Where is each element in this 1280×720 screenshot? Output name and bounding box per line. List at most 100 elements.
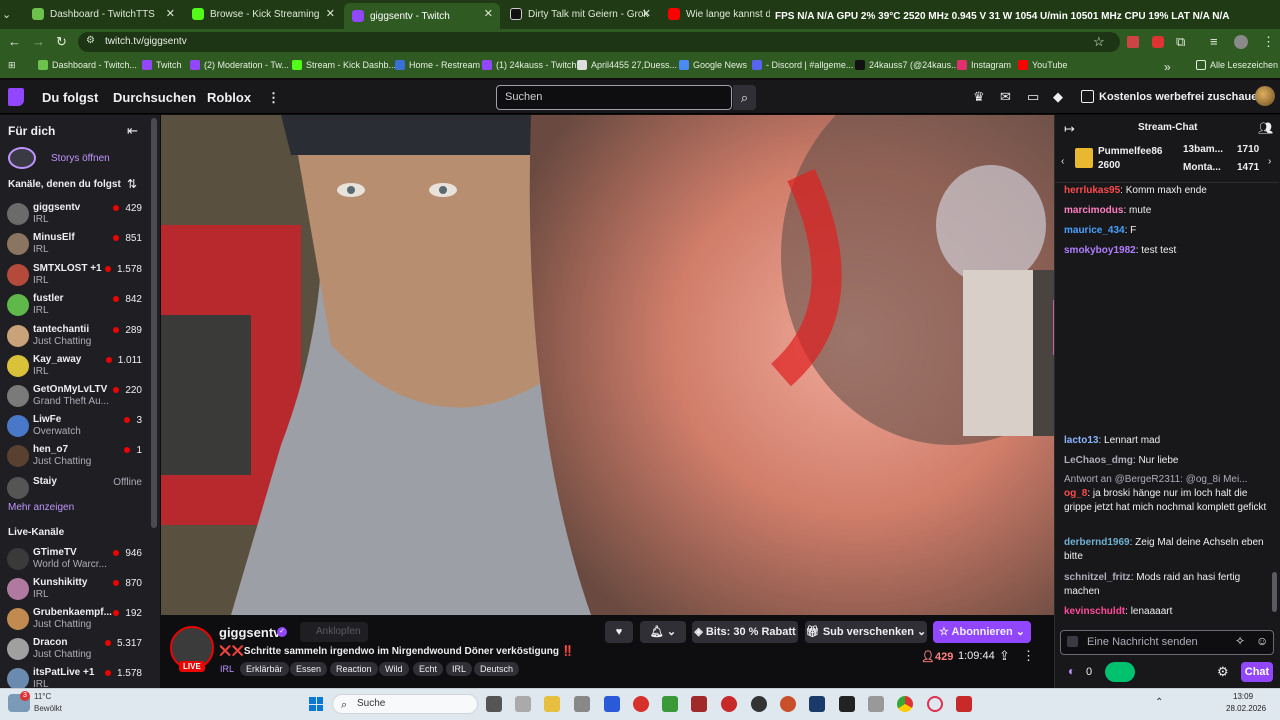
bits-icon[interactable]: ◆ [1053, 89, 1063, 105]
bookmark[interactable]: (1) 24kauss - Twitch [482, 60, 576, 70]
forward-icon[interactable]: → [32, 34, 45, 49]
bookmark[interactable]: April4455 27,Duess... [577, 60, 677, 70]
next-icon[interactable]: › [1268, 156, 1271, 167]
taskbar-search[interactable]: ⌕ Suche [332, 694, 478, 714]
taskbar-app-icon[interactable] [868, 696, 884, 712]
taskbar-app-icon[interactable] [751, 696, 767, 712]
taskbar-app-icon[interactable] [721, 696, 737, 712]
turbo-promo-button[interactable]: Kostenlos werbefrei zuschauen [1077, 86, 1264, 108]
tag[interactable]: Wild [379, 662, 409, 676]
category-link[interactable]: IRL [214, 662, 240, 676]
bookmark[interactable]: Twitch [142, 60, 182, 70]
taskbar-app-icon[interactable] [780, 696, 796, 712]
sidebar-channel[interactable]: hen_o7 Just Chatting 1 [6, 441, 154, 471]
tag[interactable]: Reaction [330, 662, 378, 676]
chat-settings-small-icon[interactable] [1067, 636, 1078, 647]
bookmark-star-icon[interactable]: ☆ [1093, 34, 1105, 50]
extensions-puzzle-icon[interactable]: ⧉ [1176, 34, 1185, 50]
emote-icon[interactable]: ☺ [1256, 634, 1268, 648]
close-tab-icon[interactable]: ✕ [642, 7, 651, 20]
show-more-link[interactable]: Mehr anzeigen [8, 502, 74, 513]
gift-sub-button[interactable]: 🎁︎ Sub verschenken ⌄ [805, 621, 927, 643]
tag[interactable]: IRL [446, 662, 473, 676]
taskbar-app-icon[interactable] [515, 696, 531, 712]
sidebar-channel[interactable]: GetOnMyLvLTV Grand Theft Au... 220 [6, 381, 154, 411]
extension-icon[interactable] [1152, 36, 1164, 48]
all-bookmarks-folder[interactable]: Alle Lesezeichen [1196, 60, 1278, 70]
bookmark[interactable]: Dashboard - Twitch... [38, 60, 137, 70]
bookmark[interactable]: Home - Restream [395, 60, 480, 70]
reply-context[interactable]: Antwort an @BergeR2311: @og_8i Mei... [1064, 473, 1269, 487]
sidebar-channel[interactable]: giggsentv IRL 429 [6, 199, 154, 229]
stories-link[interactable]: Storys öffnen [51, 153, 110, 164]
sidebar-channel-offline[interactable]: Staiy Offline [6, 473, 154, 503]
user-avatar[interactable] [1255, 86, 1275, 106]
taskbar-app-icon[interactable] [662, 696, 678, 712]
bookmark[interactable]: YouTube [1018, 60, 1067, 70]
taskbar-app-icon[interactable] [604, 696, 620, 712]
bookmark[interactable]: Stream - Kick Dashb... [292, 60, 396, 70]
bookmark[interactable]: - Discord | #allgeme... [752, 60, 853, 70]
close-tab-icon[interactable]: ✕ [326, 7, 335, 20]
crown-icon[interactable]: ♛ [973, 89, 985, 105]
nav-browse[interactable]: Durchsuchen [113, 90, 196, 105]
tab-giggsentv-twitch[interactable]: giggsentv - Twitch ✕ [344, 3, 500, 29]
sidebar-channel[interactable]: itsPatLive +1 IRL 1.578 [6, 664, 154, 688]
bits-button[interactable]: ◈ Bits: 30 % Rabatt [692, 621, 798, 643]
sidebar-channel[interactable]: Dracon Just Chatting 5.317 [6, 634, 154, 664]
points-claim-button[interactable] [1105, 662, 1135, 682]
sort-icon[interactable]: ⇅ [127, 177, 137, 191]
sidebar-scrollbar[interactable] [151, 118, 157, 528]
sidebar-channel[interactable]: MinusElf IRL 851 [6, 229, 154, 259]
chat-scrollbar[interactable] [1272, 572, 1277, 612]
sidebar-channel[interactable]: GTimeTV World of Warcr... 946 [6, 544, 154, 574]
windows-start-icon[interactable] [309, 697, 323, 711]
back-icon[interactable]: ← [8, 34, 21, 49]
chat-users-icon[interactable]: 👥︎ [1258, 121, 1273, 135]
reload-icon[interactable]: ↻ [56, 34, 67, 50]
collapse-chat-icon[interactable]: ↦ [1064, 121, 1075, 137]
more-options-icon[interactable]: ⋮ [1022, 648, 1035, 664]
browser-menu-icon[interactable]: ⋮ [1262, 34, 1275, 50]
tab-youtube[interactable]: Wie lange kannst du fasten b... [660, 3, 770, 25]
channel-name[interactable]: giggsentv [219, 625, 280, 640]
tray-overflow-icon[interactable]: ⌃ [1155, 697, 1163, 708]
close-tab-icon[interactable]: ✕ [484, 7, 493, 20]
chat-send-button[interactable]: Chat [1241, 662, 1273, 682]
collapse-sidebar-icon[interactable]: ⇤ [127, 123, 138, 139]
site-info-icon[interactable]: ⚙ [86, 35, 95, 46]
sidebar-channel[interactable]: tantechantii Just Chatting 289 [6, 321, 154, 351]
channel-points-icon[interactable]: ◐ [1068, 664, 1075, 678]
prev-icon[interactable]: ‹ [1061, 156, 1064, 167]
search-button[interactable]: ⌕ [733, 85, 756, 110]
steam-icon[interactable] [809, 696, 825, 712]
bookmark[interactable]: Instagram [957, 60, 1011, 70]
apps-grid-icon[interactable]: ⊞ [8, 60, 16, 71]
inbox-icon[interactable]: ✉ [1000, 89, 1011, 105]
subscribe-button[interactable]: ☆ Abonnieren ⌄ [933, 621, 1031, 643]
bookmark[interactable]: (2) Moderation - Tw... [190, 60, 289, 70]
sidebar-channel[interactable]: Kay_away IRL 1.011 [6, 351, 154, 381]
share-icon[interactable]: ⇪ [999, 648, 1010, 664]
taskbar-app-icon[interactable] [956, 696, 972, 712]
taskbar-app-icon[interactable] [633, 696, 649, 712]
sidebar-channel[interactable]: fustler IRL 842 [6, 290, 154, 320]
url-field[interactable]: twitch.tv/giggsentv [78, 32, 1120, 52]
sidebar-channel[interactable]: SMTXLOST +1 IRL 1.578 [6, 260, 154, 290]
bookmark[interactable]: Google News [679, 60, 747, 70]
tag[interactable]: Deutsch [474, 662, 520, 676]
chat-settings-icon[interactable]: ⚙ [1217, 664, 1229, 680]
taskbar-app-icon[interactable] [839, 696, 855, 712]
tag[interactable]: Essen [290, 662, 328, 676]
close-tab-icon[interactable]: ✕ [166, 7, 175, 20]
taskbar-app-icon[interactable] [691, 696, 707, 712]
extension-icon[interactable] [1127, 36, 1139, 48]
tag[interactable]: Echt [413, 662, 444, 676]
bookmarks-overflow-button[interactable]: » [1164, 60, 1171, 74]
tab-search-icon[interactable]: ⌄ [2, 3, 22, 25]
tab-dashboard-twitchtts[interactable]: Dashboard - TwitchTTS ✕ [24, 3, 182, 25]
notifications-button[interactable]: 🔔︎ ⌄ [640, 621, 686, 643]
task-view-icon[interactable] [486, 696, 502, 712]
nav-following[interactable]: Du folgst [42, 90, 98, 105]
tag[interactable]: Erklärbär [240, 662, 289, 676]
